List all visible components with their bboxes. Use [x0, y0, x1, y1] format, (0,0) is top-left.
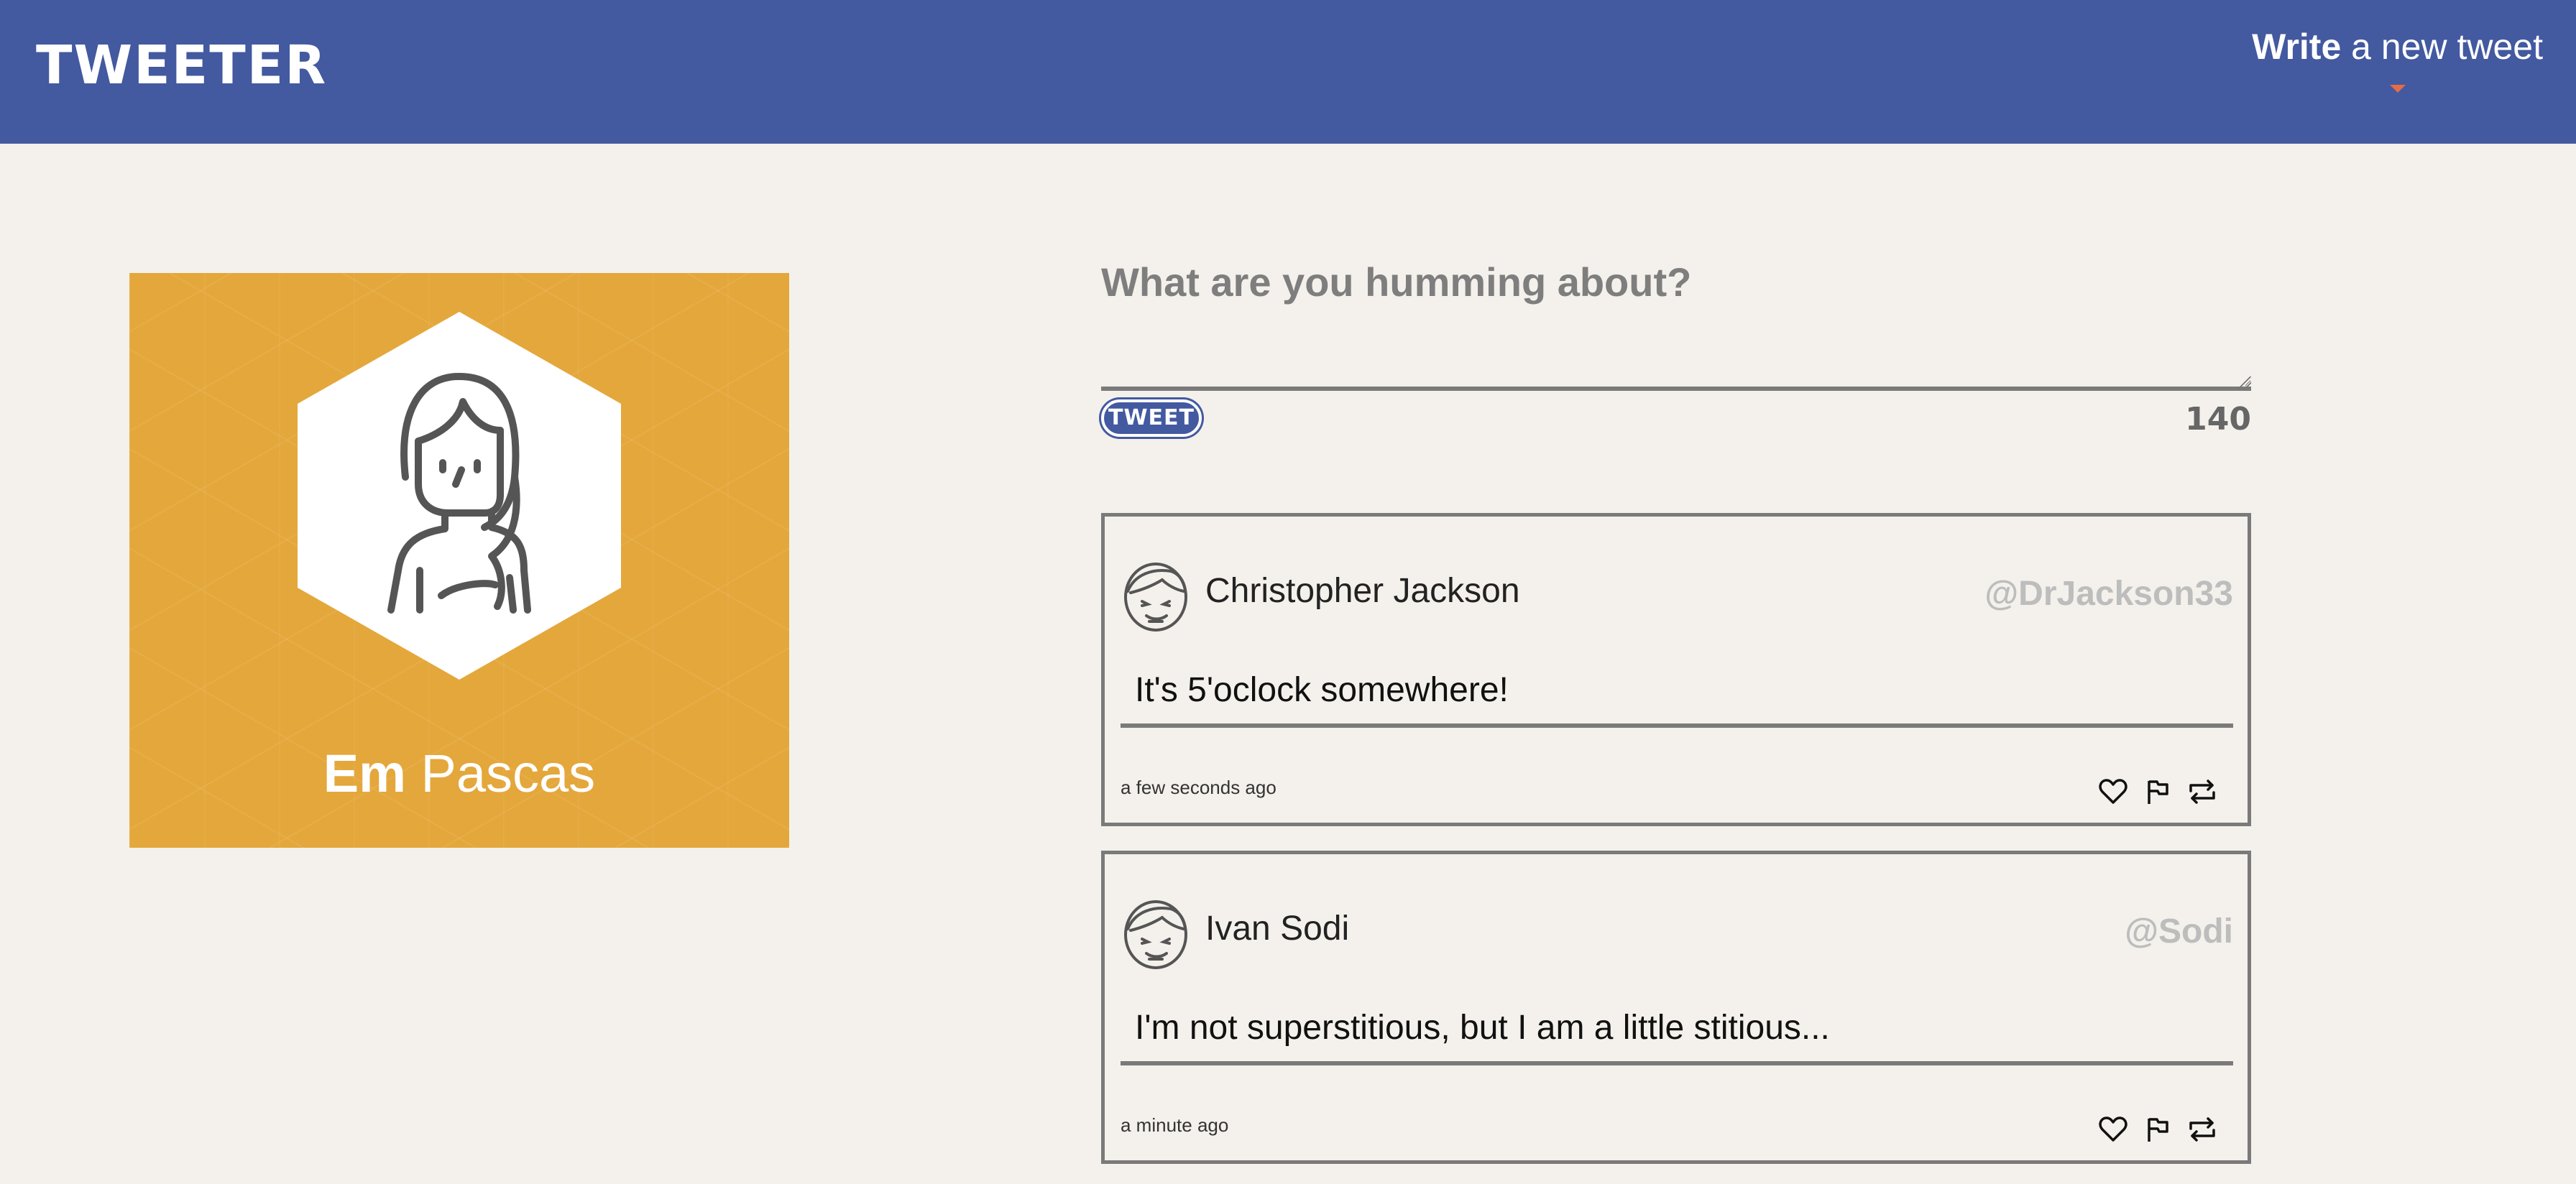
woman-avatar-icon [387, 373, 531, 614]
resize-handle-icon[interactable] [2238, 376, 2251, 389]
heart-icon [2099, 779, 2128, 804]
tweet-author-name: Ivan Sodi [1205, 910, 1350, 948]
flag-button[interactable] [2143, 777, 2173, 807]
profile-last-name: Pascas [405, 744, 596, 803]
flag-icon [2148, 1118, 2168, 1142]
heart-icon [2099, 1116, 2128, 1142]
top-navbar: TWEETER Write a new tweet [0, 0, 2576, 144]
composer-footer: TWEET 140 [1101, 399, 2251, 445]
profile-first-name: Em [323, 744, 406, 803]
character-counter: 140 [2185, 401, 2251, 438]
profile-name: Em Pascas [129, 747, 789, 800]
tweet-composer: TWEET 140 [1101, 253, 2251, 445]
flag-icon [2148, 780, 2168, 804]
tweet-text: I'm not superstitious, but I am a little… [1121, 1009, 2233, 1065]
tweet-submit-button[interactable]: TWEET [1101, 399, 1202, 437]
tweet-timestamp: a minute ago [1121, 1114, 1229, 1136]
like-button[interactable] [2098, 777, 2128, 807]
compose-toggle-rest: a new tweet [2341, 27, 2543, 67]
tweet-card: Christopher Jackson @DrJackson33 It's 5'… [1101, 513, 2251, 826]
retweet-button[interactable] [2187, 777, 2217, 807]
tweet-author-handle: @Sodi [2125, 912, 2233, 951]
tweet-text: It's 5'oclock somewhere! [1121, 671, 2233, 728]
man-avatar-icon [1124, 900, 1187, 969]
retweet-icon [2189, 1117, 2215, 1142]
man-avatar-icon [1124, 563, 1187, 632]
write-new-tweet-toggle[interactable]: Write a new tweet [2252, 29, 2543, 93]
app-logo[interactable]: TWEETER [36, 39, 327, 92]
tweet-text-input[interactable] [1101, 253, 2251, 391]
compose-toggle-strong: Write [2252, 27, 2342, 67]
caret-down-icon [2389, 85, 2406, 93]
like-button[interactable] [2098, 1114, 2128, 1144]
flag-button[interactable] [2143, 1114, 2173, 1144]
retweet-icon [2189, 780, 2215, 804]
tweet-card: Ivan Sodi @Sodi I'm not superstitious, b… [1101, 851, 2251, 1164]
tweet-actions [2098, 777, 2217, 807]
retweet-button[interactable] [2187, 1114, 2217, 1144]
tweet-author-handle: @DrJackson33 [1984, 575, 2233, 613]
tweet-actions [2098, 1114, 2217, 1144]
tweet-timestamp: a few seconds ago [1121, 777, 1276, 798]
tweet-author-name: Christopher Jackson [1205, 572, 1520, 610]
profile-card: Em Pascas [129, 273, 789, 848]
profile-avatar [298, 312, 621, 680]
